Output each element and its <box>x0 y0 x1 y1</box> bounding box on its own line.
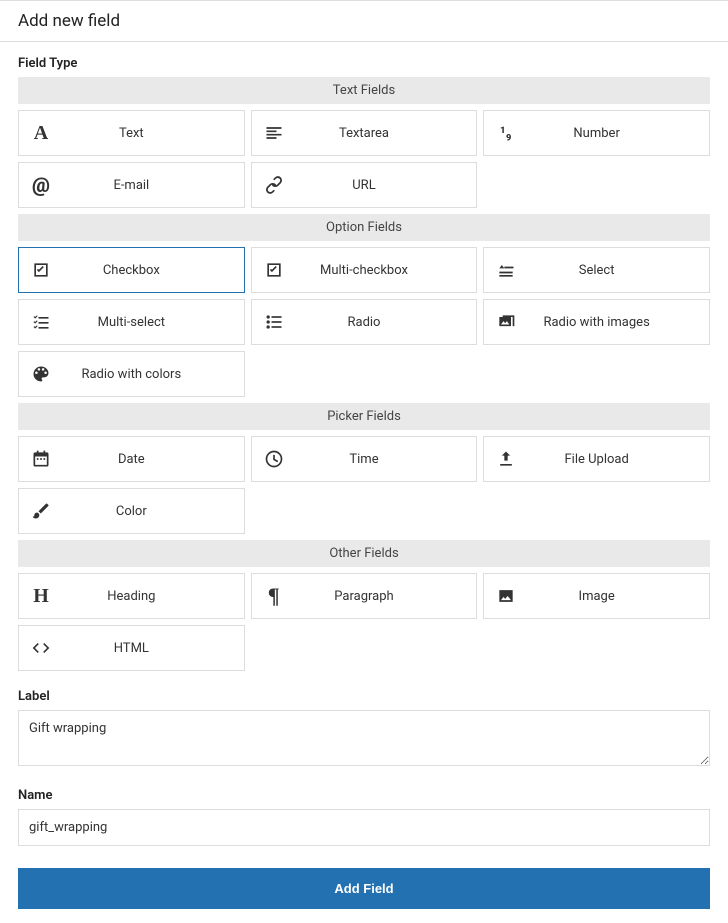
link-icon <box>260 173 288 197</box>
field-type-radio-label: Radio <box>288 315 469 330</box>
label-field-label: Label <box>18 689 710 704</box>
paragraph-icon: ¶ <box>260 584 288 608</box>
images-icon <box>492 310 520 334</box>
field-type-paragraph-label: Paragraph <box>288 589 469 604</box>
field-type-label: Field Type <box>18 56 710 71</box>
section-header-picker: Picker Fields <box>18 403 710 430</box>
field-type-radio[interactable]: Radio <box>251 299 478 345</box>
section-header-option: Option Fields <box>18 214 710 241</box>
field-type-file-upload-label: File Upload <box>520 452 701 467</box>
upload-icon <box>492 447 520 471</box>
multi-checkbox-icon <box>260 258 288 282</box>
field-type-radio-images[interactable]: Radio with images <box>483 299 710 345</box>
field-type-radio-colors-label: Radio with colors <box>55 367 236 382</box>
palette-icon <box>27 362 55 386</box>
radio-list-icon <box>260 310 288 334</box>
field-type-text[interactable]: A Text <box>18 110 245 156</box>
field-type-select-label: Select <box>520 263 701 278</box>
section-header-other: Other Fields <box>18 540 710 567</box>
brush-icon <box>27 499 55 523</box>
field-type-checkbox-label: Checkbox <box>55 263 236 278</box>
at-icon: @ <box>27 173 55 197</box>
field-type-paragraph[interactable]: ¶ Paragraph <box>251 573 478 619</box>
field-type-date[interactable]: Date <box>18 436 245 482</box>
field-type-number[interactable]: 19 Number <box>483 110 710 156</box>
svg-text:1: 1 <box>500 126 505 136</box>
field-type-date-label: Date <box>55 452 236 467</box>
field-type-number-label: Number <box>520 126 701 141</box>
clock-icon <box>260 447 288 471</box>
field-type-radio-images-label: Radio with images <box>520 315 701 330</box>
field-type-time[interactable]: Time <box>251 436 478 482</box>
field-type-checkbox[interactable]: Checkbox <box>18 247 245 293</box>
field-type-html-label: HTML <box>55 641 236 656</box>
align-left-icon <box>260 121 288 145</box>
code-icon <box>27 636 55 660</box>
field-type-file-upload[interactable]: File Upload <box>483 436 710 482</box>
page-title: Add new field <box>18 11 710 31</box>
field-type-html[interactable]: HTML <box>18 625 245 671</box>
label-input[interactable] <box>18 710 710 766</box>
field-type-textarea-label: Textarea <box>288 126 469 141</box>
field-type-heading[interactable]: H Heading <box>18 573 245 619</box>
field-type-select[interactable]: Select <box>483 247 710 293</box>
field-type-url[interactable]: URL <box>251 162 478 208</box>
field-type-email-label: E-mail <box>55 178 236 193</box>
svg-text:9: 9 <box>506 134 511 144</box>
checkbox-icon <box>27 258 55 282</box>
image-icon <box>492 584 520 608</box>
text-icon: A <box>27 121 55 145</box>
field-type-multi-select[interactable]: Multi-select <box>18 299 245 345</box>
field-type-multi-select-label: Multi-select <box>55 315 236 330</box>
field-type-heading-label: Heading <box>55 589 236 604</box>
field-type-image[interactable]: Image <box>483 573 710 619</box>
field-type-multi-checkbox-label: Multi-checkbox <box>288 263 469 278</box>
field-type-textarea[interactable]: Textarea <box>251 110 478 156</box>
multi-select-icon <box>27 310 55 334</box>
calendar-icon <box>27 447 55 471</box>
field-type-image-label: Image <box>520 589 701 604</box>
field-type-email[interactable]: @ E-mail <box>18 162 245 208</box>
field-type-color-label: Color <box>55 504 236 519</box>
heading-icon: H <box>27 584 55 608</box>
number-icon: 19 <box>492 121 520 145</box>
field-type-url-label: URL <box>288 178 469 193</box>
add-field-button[interactable]: Add Field <box>18 868 710 909</box>
field-type-color[interactable]: Color <box>18 488 245 534</box>
field-type-radio-colors[interactable]: Radio with colors <box>18 351 245 397</box>
field-type-multi-checkbox[interactable]: Multi-checkbox <box>251 247 478 293</box>
select-icon <box>492 258 520 282</box>
field-type-text-label: Text <box>55 126 236 141</box>
field-type-time-label: Time <box>288 452 469 467</box>
name-field-label: Name <box>18 788 710 803</box>
section-header-text: Text Fields <box>18 77 710 104</box>
modal-header: Add new field <box>0 0 728 42</box>
name-input[interactable] <box>18 809 710 846</box>
